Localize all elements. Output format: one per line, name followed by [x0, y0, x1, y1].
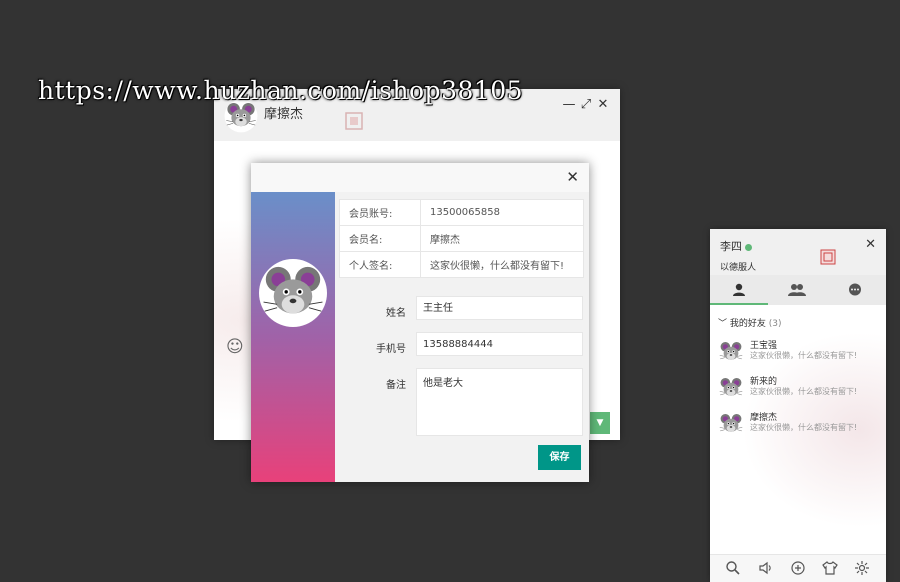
phone-row: 手机号 13588884444: [335, 332, 583, 358]
modal-sidebar: [251, 192, 335, 482]
info-value: 摩擦杰: [420, 225, 584, 252]
tab-groups[interactable]: [768, 275, 826, 305]
seal-stamp-icon: [345, 112, 363, 130]
maximize-button[interactable]: ⤢: [579, 97, 593, 112]
name-row: 姓名 王主任: [335, 296, 583, 322]
table-row: 会员名: 摩擦杰: [339, 225, 584, 252]
friends-panel: 李四 以德服人 ✕ ﹀ 我的好友 (3) 王宝强 这家伙很懒，什么都没有留下!: [710, 229, 886, 582]
group-header-my-friends[interactable]: ﹀ 我的好友 (3): [718, 316, 782, 329]
tab-messages[interactable]: [826, 275, 884, 305]
user-icon: [733, 283, 745, 296]
add-icon[interactable]: [790, 560, 806, 576]
panel-toolbar: [710, 554, 886, 582]
friend-list: ﹀ 我的好友 (3) 王宝强 这家伙很懒，什么都没有留下! 新来的 这家伙很懒，…: [710, 305, 886, 555]
skin-icon[interactable]: [822, 560, 838, 576]
info-value: 这家伙很懒，什么都没有留下!: [420, 251, 584, 278]
close-button[interactable]: ✕: [596, 97, 610, 112]
table-row: 会员账号: 13500065858: [339, 199, 584, 226]
friend-signature: 这家伙很懒，什么都没有留下!: [750, 423, 858, 432]
info-key: 个人签名:: [339, 251, 421, 278]
list-item[interactable]: 新来的 这家伙很懒，什么都没有留下!: [718, 375, 878, 409]
group-icon: [788, 284, 806, 296]
note-textarea[interactable]: 他是老大: [416, 368, 583, 436]
list-item[interactable]: 王宝强 这家伙很懒，什么都没有留下!: [718, 339, 878, 373]
info-key: 会员账号:: [339, 199, 421, 226]
emoji-icon[interactable]: ☺: [226, 337, 244, 357]
modal-header: ✕: [251, 163, 589, 193]
note-label: 备注: [386, 380, 406, 391]
info-key: 会员名:: [339, 225, 421, 252]
send-options-dropdown[interactable]: ▼: [590, 412, 610, 434]
avatar: [718, 411, 744, 437]
phone-label: 手机号: [376, 344, 406, 355]
user-signature[interactable]: 以德服人: [720, 260, 756, 273]
watermark-url: https://www.huzhan.com/ishop38105: [38, 76, 524, 105]
minimize-button[interactable]: —: [562, 97, 576, 112]
chat-contact-name: 摩擦杰: [264, 107, 304, 122]
group-count: (3): [768, 319, 782, 329]
modal-close-button[interactable]: ✕: [566, 168, 579, 186]
name-field[interactable]: 王主任: [416, 296, 583, 320]
info-value: 13500065858: [420, 199, 584, 226]
panel-close-button[interactable]: ✕: [865, 237, 876, 252]
chevron-down-icon: ﹀: [718, 319, 728, 329]
panel-tabs: [710, 275, 886, 305]
search-icon[interactable]: [725, 560, 741, 576]
group-name: 我的好友: [729, 319, 766, 329]
avatar: [718, 375, 744, 401]
avatar: [718, 339, 744, 365]
user-name-line: 李四: [720, 238, 752, 254]
panel-header: 李四 以德服人 ✕: [710, 229, 886, 275]
seal-stamp-icon: [820, 249, 836, 265]
list-item[interactable]: 摩擦杰 这家伙很懒，什么都没有留下!: [718, 411, 878, 445]
note-row: 备注 他是老大: [335, 368, 583, 436]
table-row: 个人签名: 这家伙很懒，什么都没有留下!: [339, 251, 584, 278]
modal-content: 会员账号: 13500065858 会员名: 摩擦杰 个人签名: 这家伙很懒，什…: [335, 192, 589, 482]
user-name[interactable]: 李四: [720, 240, 742, 253]
phone-field[interactable]: 13588884444: [416, 332, 583, 356]
friend-signature: 这家伙很懒，什么都没有留下!: [750, 387, 858, 396]
save-button[interactable]: 保存: [538, 445, 581, 470]
online-status-icon[interactable]: [745, 243, 752, 251]
sound-icon[interactable]: [758, 560, 774, 576]
profile-avatar: [259, 259, 327, 327]
friend-signature: 这家伙很懒，什么都没有留下!: [750, 351, 858, 360]
settings-icon[interactable]: [854, 560, 870, 576]
member-info-table: 会员账号: 13500065858 会员名: 摩擦杰 个人签名: 这家伙很懒，什…: [339, 199, 584, 278]
profile-modal: ✕ 会员账号: 13500065858 会员名: 摩擦杰 个人签名: 这家伙很懒…: [251, 163, 589, 482]
chat-bubble-icon: [849, 283, 861, 296]
tab-friends[interactable]: [710, 275, 768, 305]
name-label: 姓名: [386, 308, 406, 319]
